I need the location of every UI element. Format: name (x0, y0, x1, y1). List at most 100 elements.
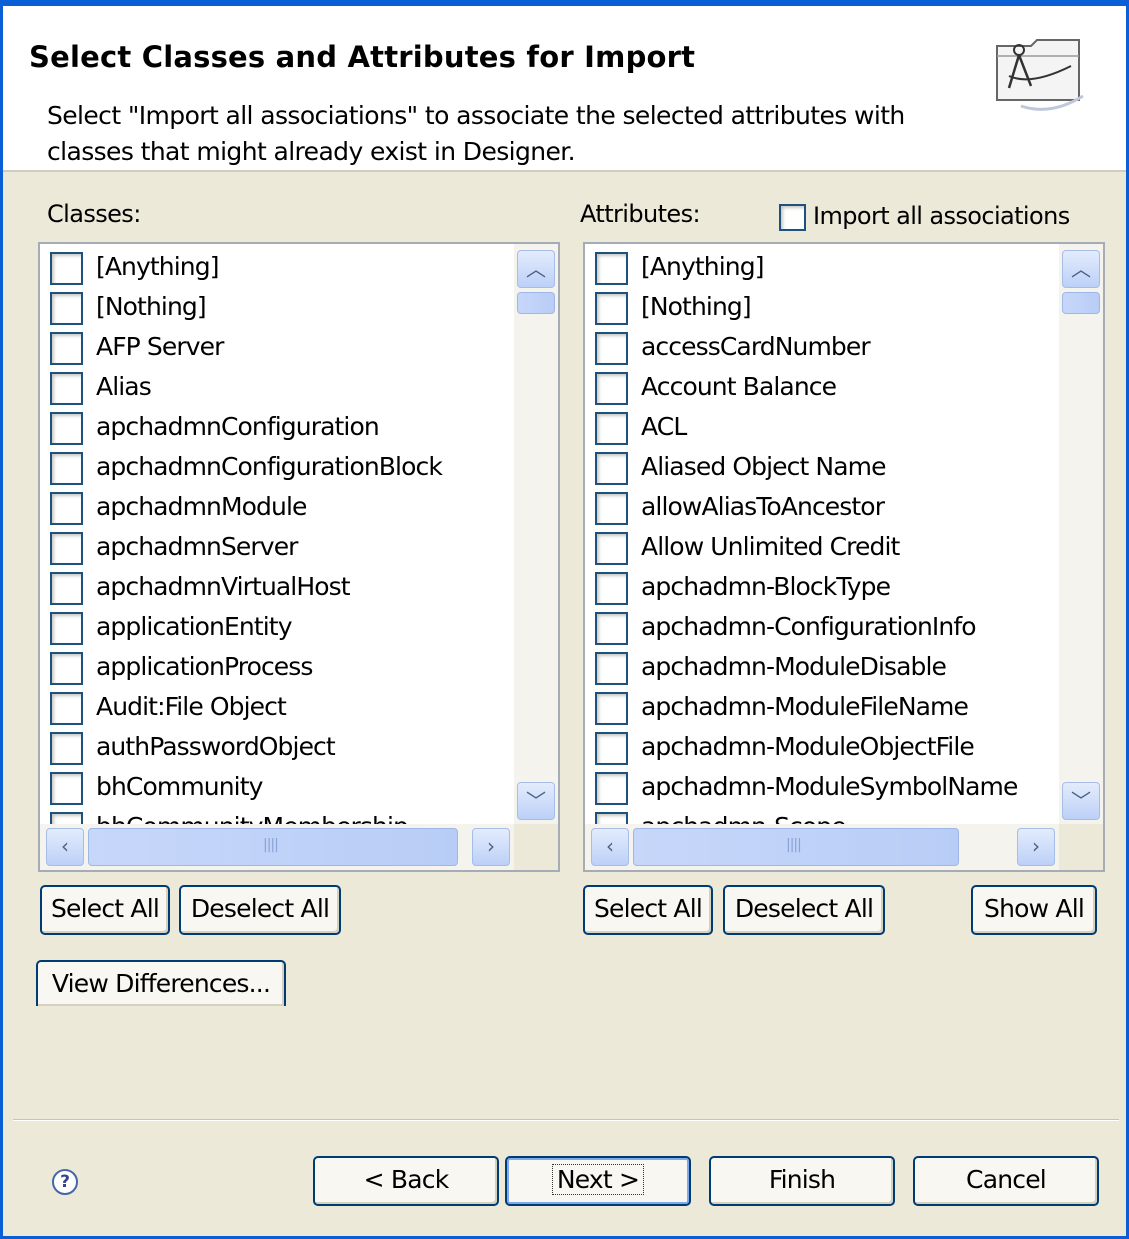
classes-label: Classes: (47, 200, 141, 228)
finish-button[interactable]: Finish (709, 1156, 895, 1206)
item-checkbox[interactable] (595, 492, 628, 525)
scroll-up-icon[interactable]: ︿ (1062, 250, 1100, 288)
attributes-vscroll-thumb[interactable] (1062, 292, 1100, 314)
scroll-down-icon[interactable]: ﹀ (1062, 782, 1100, 820)
item-label: [Nothing] (96, 292, 207, 321)
item-label: Alias (96, 372, 152, 401)
compass-folder-icon (996, 39, 1084, 111)
footer-separator (13, 1119, 1119, 1121)
item-label: apchadmnServer (96, 532, 298, 561)
item-checkbox[interactable] (595, 692, 628, 725)
item-checkbox[interactable] (50, 372, 83, 405)
scroll-down-icon[interactable]: ﹀ (517, 782, 555, 820)
import-all-associations-label[interactable]: Import all associations (813, 202, 1070, 230)
attributes-vertical-scrollbar[interactable]: ︿ ﹀ (1059, 244, 1103, 824)
item-checkbox[interactable] (50, 612, 83, 645)
item-label: apchadmn-ModuleFileName (641, 692, 969, 721)
attributes-deselect-all-button[interactable]: Deselect All (723, 885, 885, 935)
import-wizard-dialog: Select Classes and Attributes for Import… (0, 0, 1129, 1239)
scrollbar-corner (514, 824, 558, 870)
item-label: bhCommunity (96, 772, 263, 801)
item-checkbox[interactable] (595, 372, 628, 405)
page-description: Select "Import all associations" to asso… (47, 101, 905, 166)
wizard-header: Select Classes and Attributes for Import… (3, 6, 1126, 172)
attributes-horizontal-scrollbar[interactable]: ‹ |||| › (585, 824, 1059, 870)
import-all-associations-checkbox[interactable] (779, 204, 806, 231)
scroll-right-icon[interactable]: › (472, 828, 510, 866)
item-checkbox[interactable] (595, 612, 628, 645)
item-label: AFP Server (96, 332, 224, 361)
scroll-right-icon[interactable]: › (1017, 828, 1055, 866)
item-label: applicationEntity (96, 612, 292, 641)
classes-vscroll-thumb[interactable] (517, 292, 555, 314)
item-label: apchadmn-ModuleSymbolName (641, 772, 1018, 801)
item-label: apchadmn-ConfigurationInfo (641, 612, 977, 641)
item-label: apchadmn-ModuleDisable (641, 652, 947, 681)
next-button[interactable]: Next > (505, 1156, 691, 1206)
item-label: applicationProcess (96, 652, 313, 681)
item-checkbox[interactable] (50, 412, 83, 445)
next-button-label: Next > (551, 1164, 645, 1195)
item-label: apchadmnConfiguration (96, 412, 380, 441)
item-label: [Nothing] (641, 292, 752, 321)
item-checkbox[interactable] (50, 292, 83, 325)
item-label: Allow Unlimited Credit (641, 532, 900, 561)
scroll-left-icon[interactable]: ‹ (46, 828, 84, 866)
item-label: [Anything] (96, 252, 219, 281)
item-label: apchadmn-ModuleObjectFile (641, 732, 975, 761)
item-checkbox[interactable] (595, 452, 628, 485)
scrollbar-corner (1059, 824, 1103, 870)
help-icon[interactable]: ? (52, 1169, 78, 1195)
page-title: Select Classes and Attributes for Import (29, 40, 696, 74)
classes-list[interactable]: [Anything] [Nothing] AFP Server Alias ap… (38, 242, 560, 872)
attributes-select-all-button[interactable]: Select All (583, 885, 713, 935)
item-checkbox[interactable] (50, 572, 83, 605)
classes-horizontal-scrollbar[interactable]: ‹ |||| › (40, 824, 514, 870)
item-checkbox[interactable] (50, 732, 83, 765)
item-checkbox[interactable] (50, 492, 83, 525)
attributes-label: Attributes: (580, 200, 701, 228)
item-label: [Anything] (641, 252, 764, 281)
attributes-hscroll-thumb[interactable]: |||| (633, 828, 959, 866)
item-label: apchadmnConfigurationBlock (96, 452, 443, 481)
classes-deselect-all-button[interactable]: Deselect All (179, 885, 341, 935)
scroll-left-icon[interactable]: ‹ (591, 828, 629, 866)
item-checkbox[interactable] (50, 692, 83, 725)
item-label: accessCardNumber (641, 332, 871, 361)
item-checkbox[interactable] (50, 452, 83, 485)
item-checkbox[interactable] (595, 652, 628, 685)
cancel-button[interactable]: Cancel (913, 1156, 1099, 1206)
item-label: Aliased Object Name (641, 452, 886, 481)
item-checkbox[interactable] (595, 732, 628, 765)
classes-hscroll-thumb[interactable]: |||| (88, 828, 458, 866)
back-button[interactable]: < Back (313, 1156, 499, 1206)
grip-icon: |||| (786, 837, 802, 853)
item-checkbox[interactable] (50, 652, 83, 685)
item-checkbox[interactable] (595, 572, 628, 605)
item-label: authPasswordObject (96, 732, 336, 761)
show-all-button[interactable]: Show All (971, 885, 1097, 935)
item-checkbox[interactable] (595, 412, 628, 445)
item-label: apchadmn-BlockType (641, 572, 891, 601)
item-checkbox[interactable] (50, 772, 83, 805)
item-label: apchadmnModule (96, 492, 307, 521)
attributes-list[interactable]: [Anything] [Nothing] accessCardNumber Ac… (583, 242, 1105, 872)
item-label: Audit:File Object (96, 692, 287, 721)
item-checkbox[interactable] (595, 332, 628, 365)
view-differences-button[interactable]: View Differences... (36, 960, 286, 1006)
item-checkbox[interactable] (595, 532, 628, 565)
item-checkbox[interactable] (595, 292, 628, 325)
item-label: Account Balance (641, 372, 837, 401)
item-checkbox[interactable] (50, 252, 83, 285)
scroll-up-icon[interactable]: ︿ (517, 250, 555, 288)
item-checkbox[interactable] (50, 532, 83, 565)
grip-icon: |||| (263, 837, 279, 853)
classes-vertical-scrollbar[interactable]: ︿ ﹀ (514, 244, 558, 824)
item-label: ACL (641, 412, 687, 441)
item-checkbox[interactable] (595, 772, 628, 805)
item-checkbox[interactable] (50, 332, 83, 365)
item-label: apchadmnVirtualHost (96, 572, 351, 601)
classes-select-all-button[interactable]: Select All (40, 885, 170, 935)
item-checkbox[interactable] (595, 252, 628, 285)
item-label: allowAliasToAncestor (641, 492, 885, 521)
